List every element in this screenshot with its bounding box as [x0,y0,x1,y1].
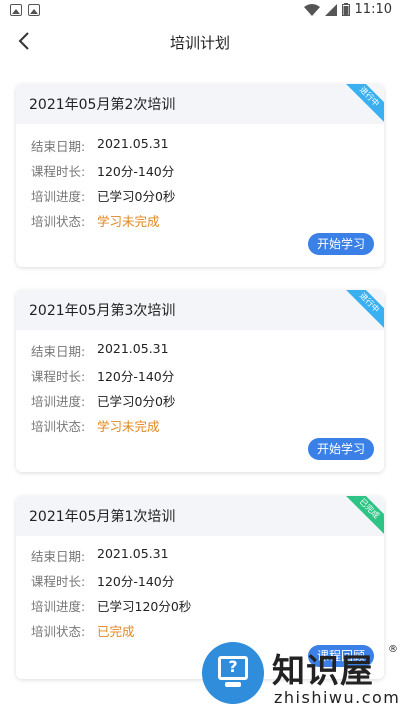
system-status: 11:10 [303,2,392,17]
duration-value: 120分-140分 [97,574,175,589]
status-row: 培训状态: 已完成 [31,621,135,640]
status-value: 学习未完成 [97,419,160,434]
duration-row: 课程时长: 120分-140分 [31,366,174,385]
status-bar: 11:10 [0,0,400,22]
progress-row: 培训进度: 已学习120分0秒 [31,596,191,615]
duration-value: 120分-140分 [97,164,175,179]
wifi-icon [303,3,320,16]
question-mark-icon: ? [228,657,238,676]
training-card[interactable]: 2021年05月第2次培训 进行中 结束日期: 2021.05.31 课程时长:… [16,84,384,267]
end-date-label: 结束日期: [31,549,86,564]
registered-mark: ® [388,644,398,655]
battery-icon [341,3,350,16]
image-notification-icon [10,4,22,16]
duration-row: 课程时长: 120分-140分 [31,161,174,180]
clock: 11:10 [354,2,392,17]
progress-row: 培训进度: 已学习0分0秒 [31,186,175,205]
duration-label: 课程时长: [31,574,86,589]
end-date-row: 结束日期: 2021.05.31 [31,546,169,565]
card-title: 2021年05月第2次培训 [16,84,384,124]
card-title: 2021年05月第1次培训 [16,496,384,536]
progress-label: 培训进度: [31,599,86,614]
duration-label: 课程时长: [31,164,86,179]
progress-label: 培训进度: [31,189,86,204]
end-date-value: 2021.05.31 [97,136,169,151]
progress-label: 培训进度: [31,394,86,409]
status-label: 培训状态: [31,624,86,639]
app-notification-icon [28,4,40,16]
status-value: 已完成 [97,624,135,639]
monitor-stand-icon [225,682,241,687]
page-title: 培训计划 [169,34,230,52]
start-learning-button[interactable]: 开始学习 [307,438,374,460]
duration-label: 课程时长: [31,369,86,384]
end-date-row: 结束日期: 2021.05.31 [31,136,169,155]
end-date-value: 2021.05.31 [97,546,169,561]
progress-value: 已学习120分0秒 [97,599,192,614]
duration-value: 120分-140分 [97,369,175,384]
status-label: 培训状态: [31,419,86,434]
watermark-brand: 知识屋 [272,651,374,690]
end-date-value: 2021.05.31 [97,341,169,356]
start-learning-button[interactable]: 开始学习 [307,233,374,255]
app-header: 培训计划 [0,22,400,60]
signal-icon [324,3,337,16]
watermark-domain: zhishiwu.com [274,688,400,707]
status-row: 培训状态: 学习未完成 [31,416,160,435]
card-title: 2021年05月第3次培训 [16,290,384,330]
end-date-label: 结束日期: [31,139,86,154]
progress-row: 培训进度: 已学习0分0秒 [31,391,175,410]
end-date-label: 结束日期: [31,344,86,359]
progress-value: 已学习0分0秒 [97,394,176,409]
status-label: 培训状态: [31,214,86,229]
duration-row: 课程时长: 120分-140分 [31,571,174,590]
status-value: 学习未完成 [97,214,160,229]
notification-icons [10,4,40,16]
status-row: 培训状态: 学习未完成 [31,211,160,230]
watermark-logo: ? 知识屋 ® zhishiwu.com [202,642,400,708]
training-card[interactable]: 2021年05月第3次培训 进行中 结束日期: 2021.05.31 课程时长:… [16,290,384,472]
end-date-row: 结束日期: 2021.05.31 [31,341,169,360]
progress-value: 已学习0分0秒 [97,189,176,204]
